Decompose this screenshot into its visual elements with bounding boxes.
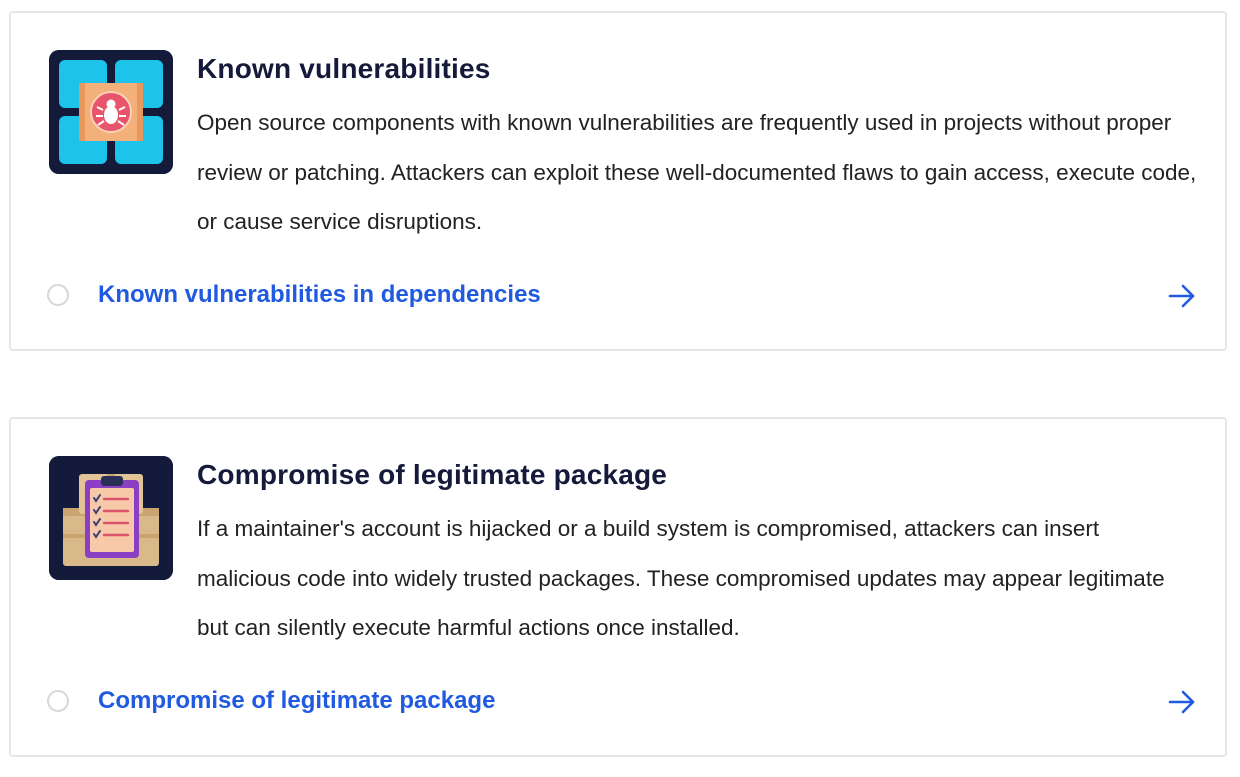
arrow-right-icon[interactable] — [1167, 283, 1197, 309]
card-title: Compromise of legitimate package — [197, 459, 668, 490]
card-description: If a maintainer's account is hijacked or… — [197, 516, 1165, 640]
card-title: Known vulnerabilities — [197, 53, 491, 84]
compromised-package-link-row[interactable]: Compromise of legitimate package — [47, 681, 1197, 725]
known-vulnerabilities-link-row[interactable]: Known vulnerabilities in dependencies — [47, 275, 1197, 319]
clipboard-checklist-icon — [49, 456, 173, 580]
vulnerability-card-compromised-package: Compromise of legitimate package If a ma… — [9, 417, 1227, 757]
card-description: Open source components with known vulner… — [197, 110, 1197, 234]
bug-icon — [49, 50, 173, 174]
compromised-package-link[interactable]: Compromise of legitimate package — [98, 687, 495, 715]
arrow-right-icon[interactable] — [1167, 689, 1197, 715]
known-vulnerabilities-link[interactable]: Known vulnerabilities in dependencies — [98, 281, 541, 309]
radio-button[interactable] — [47, 690, 69, 712]
vulnerability-card-known-vulnerabilities: Known vulnerabilities Open source compon… — [9, 11, 1227, 351]
radio-button[interactable] — [47, 284, 69, 306]
